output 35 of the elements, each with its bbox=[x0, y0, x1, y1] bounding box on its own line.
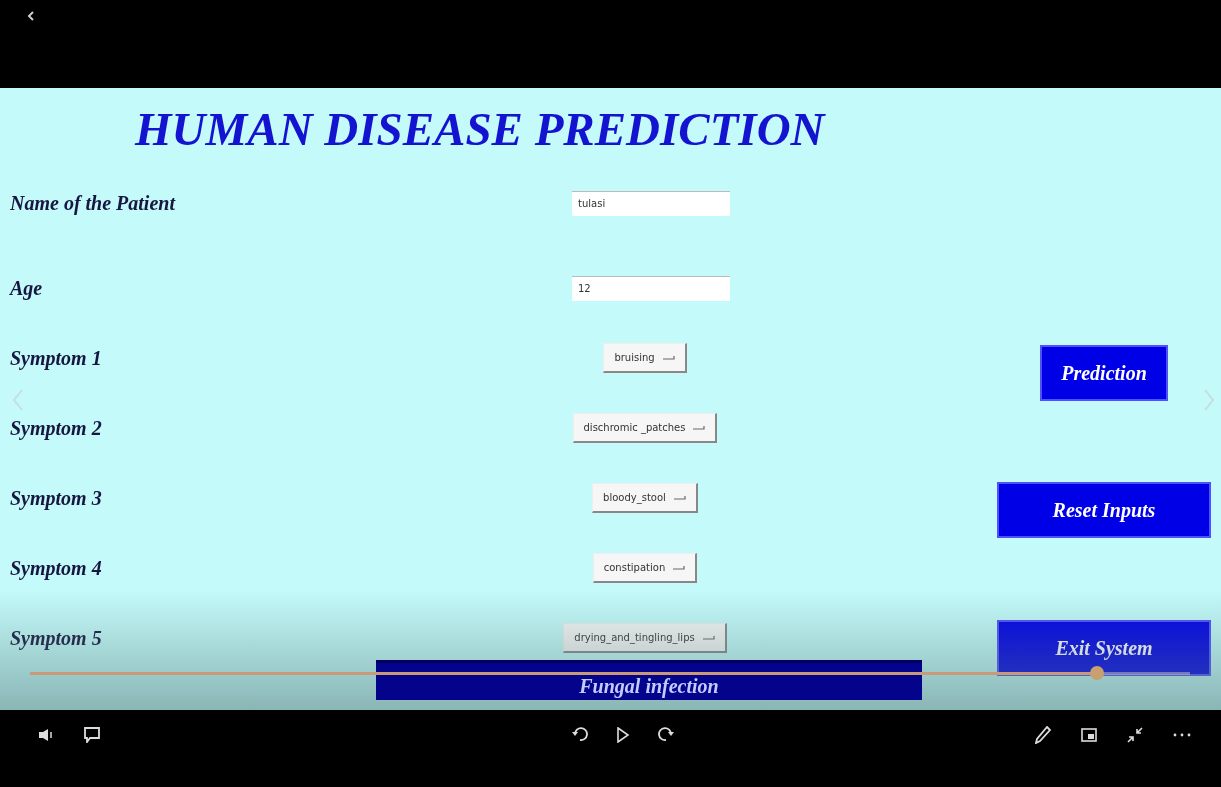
field-label: Symptom 2 bbox=[10, 416, 103, 440]
symptom-dropdown[interactable]: constipation bbox=[592, 553, 698, 583]
field-label: Symptom 5 bbox=[10, 626, 103, 650]
play-icon[interactable] bbox=[615, 727, 630, 743]
more-icon[interactable] bbox=[1173, 733, 1191, 737]
input-field[interactable]: tulasi bbox=[572, 190, 730, 216]
symptom-dropdown[interactable]: bruising bbox=[603, 343, 687, 373]
dropdown-indicator-icon bbox=[673, 564, 686, 571]
dropdown-indicator-icon bbox=[693, 424, 706, 431]
action-button[interactable]: Reset Inputs bbox=[997, 482, 1211, 538]
exit-fullscreen-icon[interactable] bbox=[1127, 727, 1143, 743]
action-button[interactable]: Exit System bbox=[997, 620, 1211, 676]
symptom-dropdown[interactable]: drying_and_tingling_lips bbox=[563, 623, 727, 653]
seek-thumb[interactable] bbox=[1090, 666, 1105, 680]
symptom-dropdown[interactable]: dischromic _patches bbox=[572, 413, 718, 443]
dropdown-indicator-icon bbox=[673, 494, 686, 501]
rewind-icon[interactable] bbox=[571, 726, 588, 744]
action-button[interactable]: Prediction bbox=[1040, 345, 1168, 401]
picture-in-picture-icon[interactable] bbox=[1081, 728, 1097, 742]
dropdown-indicator-icon bbox=[662, 354, 675, 361]
captions-icon[interactable] bbox=[84, 727, 100, 743]
back-icon[interactable] bbox=[26, 11, 36, 21]
field-label: Symptom 1 bbox=[10, 346, 103, 370]
fast-forward-icon[interactable] bbox=[657, 726, 674, 744]
input-field[interactable]: 12 bbox=[572, 275, 730, 301]
field-label: Symptom 4 bbox=[10, 556, 103, 580]
field-label: Name of the Patient bbox=[10, 191, 177, 215]
result-label: Fungal infection bbox=[376, 660, 922, 700]
field-label: Age bbox=[10, 276, 44, 300]
app-title: HUMAN DISEASE PREDICTION bbox=[135, 102, 825, 157]
dropdown-indicator-icon bbox=[702, 634, 715, 641]
symptom-dropdown[interactable]: bloody_stool bbox=[592, 483, 698, 513]
field-label: Symptom 3 bbox=[10, 486, 103, 510]
volume-icon[interactable] bbox=[38, 728, 54, 742]
pen-icon[interactable] bbox=[1035, 726, 1051, 744]
